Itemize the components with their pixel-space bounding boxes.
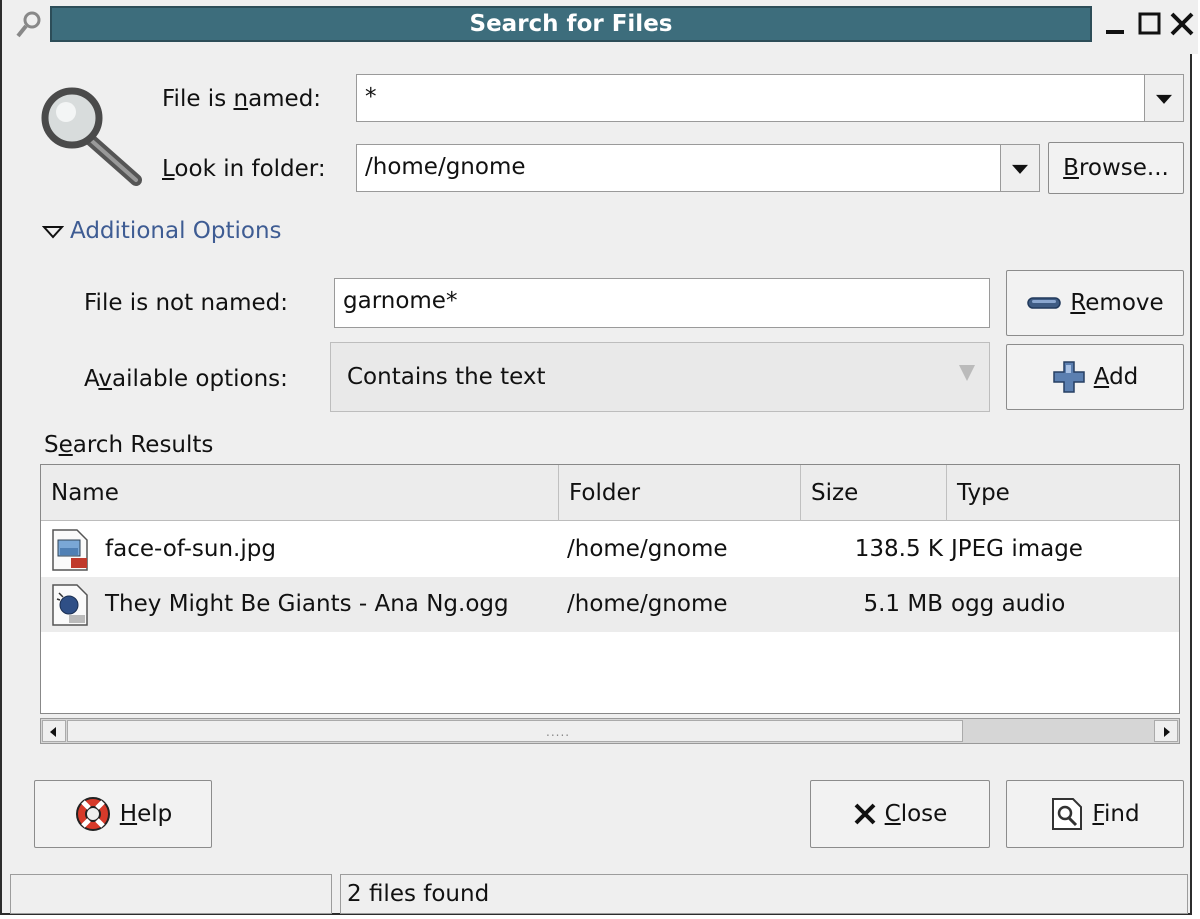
find-button[interactable]: Find <box>1006 780 1184 848</box>
scrollbar-grip: ..... <box>546 725 571 739</box>
audio-file-icon <box>52 584 88 626</box>
look-in-folder-input[interactable]: /home/gnome <box>356 144 1002 192</box>
window-title: Search for Files <box>50 6 1092 42</box>
remove-button-label: Remove <box>1070 290 1164 316</box>
title-bar[interactable]: Search for Files <box>2 0 1198 54</box>
search-results-list[interactable]: Name Folder Size Type face-of-sun.jpg /h… <box>40 464 1180 714</box>
search-magnifier-icon <box>41 87 142 186</box>
available-options-select[interactable]: Contains the text <box>330 342 990 412</box>
minus-icon <box>1027 297 1062 309</box>
column-header-type[interactable]: Type <box>947 465 1179 521</box>
additional-options-expander[interactable]: Additional Options <box>41 218 282 244</box>
dropdown-arrow-icon <box>959 365 975 381</box>
available-options-value: Contains the text <box>347 364 546 390</box>
close-button[interactable]: Close <box>810 780 990 848</box>
find-button-label: Find <box>1092 801 1140 827</box>
chevron-down-icon <box>1012 164 1028 174</box>
column-header-folder[interactable]: Folder <box>559 465 801 521</box>
status-progress-area <box>10 874 332 914</box>
find-document-icon <box>1052 798 1083 830</box>
result-type: JPEG image <box>951 536 1083 562</box>
scroll-left-arrow[interactable] <box>42 720 66 742</box>
result-type: ogg audio <box>951 591 1066 617</box>
scrollbar-thumb[interactable]: ..... <box>67 720 963 742</box>
window-menu-icon[interactable] <box>14 8 46 40</box>
additional-options-label: Additional Options <box>70 218 282 244</box>
result-name: They Might Be Giants - Ana Ng.ogg <box>105 591 509 617</box>
expander-triangle-icon <box>41 225 65 238</box>
lifebuoy-help-icon <box>75 797 110 831</box>
table-row[interactable]: They Might Be Giants - Ana Ng.ogg /home/… <box>41 577 1179 632</box>
search-for-files-window: Search for Files File is named: * Look i… <box>0 0 1198 915</box>
maximize-icon[interactable] <box>1136 10 1164 38</box>
status-message: 2 files found <box>340 874 1188 914</box>
file-named-input[interactable]: * <box>356 74 1146 122</box>
result-size: 138.5 K <box>854 536 943 562</box>
file-not-named-label: File is not named: <box>84 290 289 316</box>
help-button[interactable]: Help <box>34 780 212 848</box>
look-in-folder-dropdown[interactable] <box>1000 144 1040 192</box>
add-button-label: Add <box>1093 364 1139 390</box>
help-button-label: Help <box>119 801 173 827</box>
browse-button[interactable]: Browse... <box>1048 142 1184 194</box>
search-results-label: Search Results <box>44 432 214 458</box>
result-folder: /home/gnome <box>567 591 728 617</box>
table-row[interactable]: face-of-sun.jpg /home/gnome 138.5 K JPEG… <box>41 522 1179 577</box>
add-button[interactable]: Add <box>1006 344 1184 410</box>
file-named-dropdown[interactable] <box>1144 74 1184 122</box>
remove-button[interactable]: Remove <box>1006 270 1184 336</box>
browse-button-label: Browse... <box>1063 155 1169 181</box>
result-size: 5.1 MB <box>863 591 943 617</box>
plus-icon <box>1052 361 1085 393</box>
look-in-folder-label: Look in folder: <box>162 156 326 182</box>
column-header-size[interactable]: Size <box>801 465 947 521</box>
minimize-icon[interactable] <box>1102 10 1130 38</box>
file-not-named-input[interactable]: garnome* <box>334 278 990 328</box>
scroll-right-arrow[interactable] <box>1154 720 1178 742</box>
horizontal-scrollbar[interactable]: ..... <box>40 718 1180 744</box>
file-named-label: File is named: <box>162 86 322 112</box>
close-button-label: Close <box>884 801 948 827</box>
close-window-icon[interactable] <box>1168 10 1196 38</box>
jpeg-file-icon <box>52 529 88 571</box>
column-header-name[interactable]: Name <box>41 465 559 521</box>
result-folder: /home/gnome <box>567 536 728 562</box>
close-x-icon <box>854 803 876 825</box>
chevron-down-icon <box>1156 94 1172 104</box>
available-options-label: Available options: <box>84 366 288 392</box>
result-name: face-of-sun.jpg <box>105 536 276 562</box>
